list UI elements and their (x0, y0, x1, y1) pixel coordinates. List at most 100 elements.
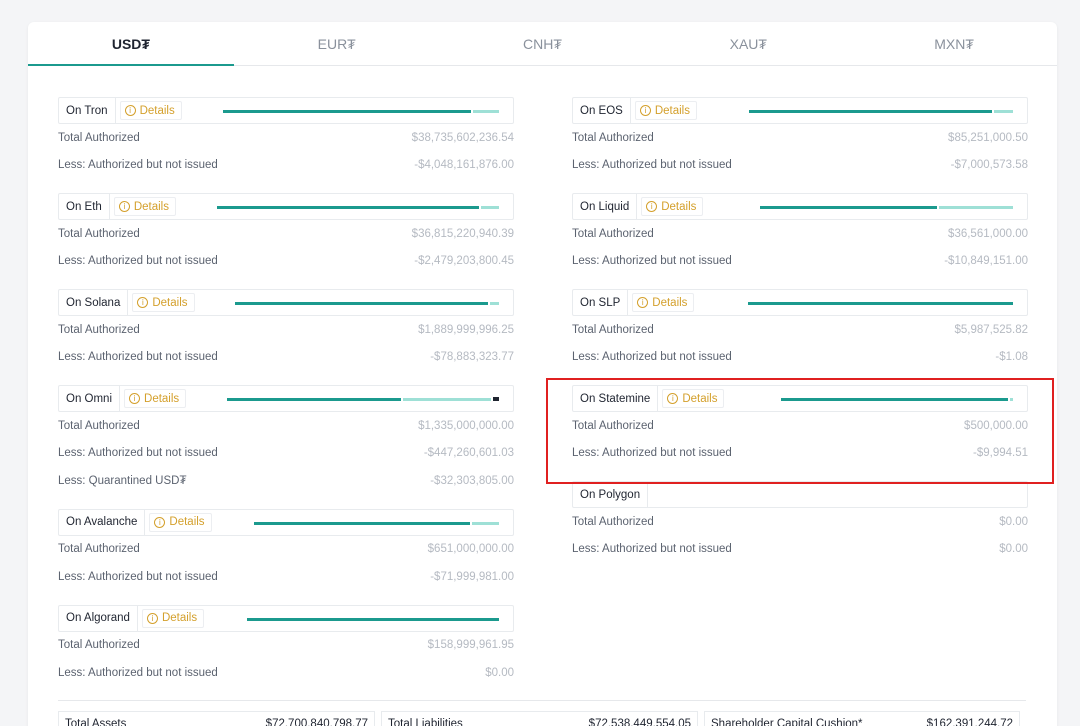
row-label: Less: Authorized but not issued (572, 159, 732, 172)
unissued-segment (471, 521, 499, 525)
chain-header: On SLP i Details (572, 289, 1028, 316)
tab-cnht[interactable]: CNH₮ (440, 22, 646, 65)
token-tabs: USD₮ EUR₮ CNH₮ XAU₮ MXN₮ (28, 22, 1057, 66)
details-button[interactable]: i Details (141, 608, 205, 628)
row-value: $36,815,220,940.39 (411, 227, 514, 240)
chain-row: Total Authorized $5,987,525.82 (572, 316, 1028, 344)
row-label: Less: Authorized but not issued (58, 570, 218, 583)
info-icon: i (667, 393, 679, 404)
row-value: -$2,479,203,800.45 (414, 255, 514, 268)
chain-row: Less: Authorized but not issued -$447,260… (58, 440, 514, 468)
details-label: Details (161, 612, 198, 624)
row-value: -$71,999,981.00 (430, 570, 514, 583)
chain-row: Less: Authorized but not issued -$10,849,… (572, 248, 1028, 276)
issued-segment (748, 302, 1013, 305)
chain-block: On Statemine i Details Total Authorized $500… (572, 385, 1028, 467)
tab-xaut[interactable]: XAU₮ (645, 22, 851, 65)
unissued-segment (490, 302, 499, 305)
details-button[interactable]: i Details (149, 512, 212, 532)
tab-mxnt[interactable]: MXN₮ (851, 22, 1057, 65)
chain-row: Less: Authorized but not issued -$7,000,5… (572, 152, 1028, 180)
total-liabilities-value: $72,538,449,554.05 (588, 718, 691, 726)
chain-row: Total Authorized $85,251,000.50 (572, 124, 1028, 152)
chain-header: On Eth i Details (58, 193, 514, 220)
chain-row: Total Authorized $158,999,961.95 (58, 632, 514, 660)
issued-segment (749, 110, 992, 113)
row-value: $1,889,999,996.25 (418, 323, 514, 336)
tab-usdt[interactable]: USD₮ (28, 22, 234, 66)
info-icon: i (137, 297, 149, 308)
issuance-bar (217, 206, 499, 209)
capital-cushion-value: $162,391,244.72 (926, 718, 1013, 726)
issued-segment (760, 206, 938, 209)
row-value: $1,335,000,000.00 (418, 419, 514, 432)
row-value: -$10,849,151.00 (944, 255, 1028, 268)
left-chain-column: On Tron i Details Total Authorized $38,735,6… (58, 97, 514, 701)
info-icon: i (646, 201, 658, 212)
details-button[interactable]: i Details (641, 197, 704, 216)
row-label: Total Authorized (572, 419, 654, 432)
row-value: $38,735,602,236.54 (411, 131, 514, 144)
row-label: Total Authorized (572, 227, 654, 240)
details-button[interactable]: i Details (132, 293, 195, 312)
row-value: $651,000,000.00 (427, 543, 514, 556)
row-value: -$32,303,805.00 (430, 474, 514, 487)
details-label: Details (169, 516, 205, 528)
chain-row: Less: Authorized but not issued -$1.08 (572, 344, 1028, 372)
row-label: Less: Authorized but not issued (572, 447, 732, 460)
issuance-bar (247, 617, 499, 621)
details-button[interactable]: i Details (634, 101, 697, 120)
issued-segment (227, 398, 402, 401)
row-value: $85,251,000.50 (948, 131, 1028, 144)
issued-segment (223, 110, 472, 113)
row-label: Less: Authorized but not issued (58, 666, 218, 679)
info-icon: i (146, 612, 158, 624)
details-button[interactable]: i Details (662, 389, 725, 408)
row-label: Less: Authorized but not issued (58, 159, 218, 172)
info-icon: i (637, 297, 649, 308)
chain-block: On Algorand i Details Total Authorized $158,… (58, 604, 514, 687)
right-chain-column: On EOS i Details Total Authorized $85,251,00… (572, 97, 1028, 577)
row-label: Total Authorized (58, 543, 140, 556)
chain-header: On Omni i Details (58, 385, 514, 412)
chain-name: On Liquid (573, 194, 638, 219)
details-label: Details (682, 392, 718, 405)
chain-block: On SLP i Details Total Authorized $5,987,525… (572, 289, 1028, 371)
row-label: Less: Authorized but not issued (58, 351, 218, 364)
chain-block: On Tron i Details Total Authorized $38,735,6… (58, 97, 514, 179)
details-button[interactable]: i Details (632, 293, 695, 312)
chain-name: On Algorand (59, 605, 138, 631)
total-liabilities-cell: Total Liabilities $72,538,449,554.05 (381, 711, 698, 726)
chain-row: Total Authorized $1,335,000,000.00 (58, 412, 514, 440)
chain-name: On Polygon (573, 482, 649, 507)
details-button[interactable]: i Details (113, 197, 176, 216)
info-icon: i (124, 105, 136, 116)
details-button[interactable]: i Details (124, 389, 187, 408)
row-value: -$7,000,573.58 (950, 159, 1028, 172)
quarantined-segment (492, 397, 499, 401)
total-assets-cell: Total Assets $72,700,840,798.77 (58, 711, 375, 726)
details-label: Details (139, 104, 175, 117)
row-label: Less: Quarantined USD₮ (58, 474, 187, 487)
chain-row: Less: Authorized but not issued $0.00 (58, 659, 514, 687)
issued-segment (247, 617, 499, 621)
tab-eurt[interactable]: EUR₮ (234, 22, 440, 65)
info-icon: i (154, 516, 166, 528)
chain-block: On Liquid i Details Total Authorized $36,561… (572, 193, 1028, 275)
row-label: Less: Authorized but not issued (572, 351, 732, 364)
issuance-bar (227, 397, 499, 401)
row-value: -$78,883,323.77 (430, 351, 514, 364)
chain-header: On Tron i Details (58, 97, 514, 124)
chain-block: On Eth i Details Total Authorized $36,815,22… (58, 193, 514, 275)
row-label: Total Authorized (58, 227, 140, 240)
details-label: Details (133, 200, 169, 213)
details-button[interactable]: i Details (119, 101, 182, 120)
chain-header: On Avalanche i Details (58, 508, 514, 536)
chain-block: On Omni i Details Total Authorized $1,335,00… (58, 385, 514, 495)
info-icon: i (118, 201, 130, 212)
row-label: Less: Authorized but not issued (58, 447, 218, 460)
issued-segment (217, 206, 480, 209)
chain-block: On EOS i Details Total Authorized $85,251,00… (572, 97, 1028, 179)
row-value: $158,999,961.95 (427, 639, 514, 652)
chain-block: On Avalanche i Details Total Authorized $651… (58, 508, 514, 591)
